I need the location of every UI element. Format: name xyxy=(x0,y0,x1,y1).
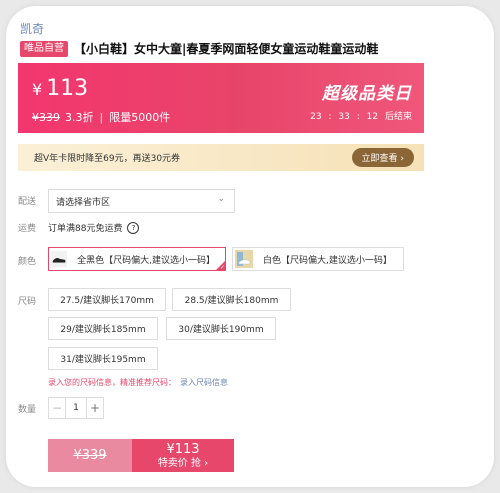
buy-price: ¥113 xyxy=(166,441,200,457)
freight-text: 订单满88元免运费 xyxy=(48,224,123,234)
shoe-thumbnail-white xyxy=(235,250,253,268)
color-option-white[interactable]: 白色【尺码偏大,建议选小一码】 xyxy=(232,247,404,271)
chevron-down-icon: ⌄ xyxy=(217,194,225,204)
original-price: ¥339 xyxy=(32,110,60,124)
countdown-suffix: 后结束 xyxy=(384,112,412,122)
buy-now-button[interactable]: ¥113 特卖价 抢 › xyxy=(132,439,234,472)
color-option-label: 全黑色【尺码偏大,建议选小一码】 xyxy=(77,255,215,266)
discount-text: 3.3折 xyxy=(65,111,94,124)
quantity-label: 数量 xyxy=(18,405,37,415)
size-option[interactable]: 28.5/建议脚长180mm xyxy=(172,288,291,311)
price-details: ¥339 3.3折 | 限量5000件 xyxy=(32,109,170,125)
promo-title: 超级品类日 xyxy=(322,84,412,104)
title-row: 唯品自营 【小白鞋】女中大童|春夏季网面轻便女童运动鞋童运动鞋 xyxy=(20,40,378,57)
price-separator: | xyxy=(99,110,104,124)
countdown-colon: : xyxy=(356,112,360,122)
countdown-minutes: 33 xyxy=(338,112,350,122)
shoe-thumbnail-black xyxy=(51,250,68,268)
buy-label: 特卖价 抢 › xyxy=(157,457,209,469)
color-label: 颜色 xyxy=(18,257,37,267)
size-option[interactable]: 27.5/建议脚长170mm xyxy=(48,288,166,311)
color-option-label: 白色【尺码偏大,建议选小一码】 xyxy=(263,255,392,266)
buy-original-price: ¥339 xyxy=(48,439,132,472)
size-label: 尺码 xyxy=(18,297,37,307)
size-option[interactable]: 31/建议脚长195mm xyxy=(48,347,158,370)
region-placeholder: 请选择省市区 xyxy=(56,197,111,208)
increase-button[interactable]: + xyxy=(86,398,103,418)
freight-info: 订单满88元免运费 ? xyxy=(48,221,140,234)
coupon-bar[interactable]: 超V年卡限时降至69元，再送30元券 立即查看 › xyxy=(18,144,424,171)
quantity-stepper: − 1 + xyxy=(48,397,104,419)
currency-symbol: ¥ xyxy=(32,80,43,99)
size-hint: 录入您的尺码信息，精准推荐尺码： 录入尺码信息 xyxy=(48,377,228,388)
limit-text: 限量5000件 xyxy=(109,111,171,124)
help-icon[interactable]: ? xyxy=(127,221,140,234)
self-operated-badge: 唯品自营 xyxy=(20,40,68,57)
view-coupon-button[interactable]: 立即查看 › xyxy=(351,148,414,167)
buy-bar: ¥339 ¥113 特卖价 抢 › xyxy=(48,439,234,472)
color-option-black[interactable]: 全黑色【尺码偏大,建议选小一码】 ✓ xyxy=(48,247,226,271)
check-icon: ✓ xyxy=(219,264,225,271)
product-title: 【小白鞋】女中大童|春夏季网面轻便女童运动鞋童运动鞋 xyxy=(74,42,379,56)
decrease-button[interactable]: − xyxy=(49,398,66,418)
region-select[interactable]: 请选择省市区 ⌄ xyxy=(48,189,235,213)
countdown-hours: 23 xyxy=(310,112,322,122)
product-detail-card: 凯奇 唯品自营 【小白鞋】女中大童|春夏季网面轻便女童运动鞋童运动鞋 ¥113 … xyxy=(6,6,494,487)
size-option[interactable]: 29/建议脚长185mm xyxy=(48,317,158,340)
size-option[interactable]: 30/建议脚长190mm xyxy=(166,317,276,340)
current-price: ¥113 xyxy=(32,76,88,103)
countdown-seconds: 12 xyxy=(366,112,379,122)
size-hint-text: 录入您的尺码信息，精准推荐尺码： xyxy=(48,378,176,387)
quantity-value[interactable]: 1 xyxy=(66,398,86,418)
coupon-text: 超V年卡限时降至69元，再送30元券 xyxy=(34,154,181,164)
price-banner: ¥113 ¥339 3.3折 | 限量5000件 超级品类日 23 : 33 :… xyxy=(18,63,424,133)
current-price-value: 113 xyxy=(46,76,89,101)
countdown: 23 : 33 : 12 后结束 xyxy=(306,109,412,122)
enter-size-link[interactable]: 录入尺码信息 xyxy=(180,378,228,387)
shipping-label: 配送 xyxy=(18,197,37,207)
brand-link[interactable]: 凯奇 xyxy=(20,20,44,37)
freight-label: 运费 xyxy=(18,224,37,234)
countdown-colon: : xyxy=(328,112,332,122)
